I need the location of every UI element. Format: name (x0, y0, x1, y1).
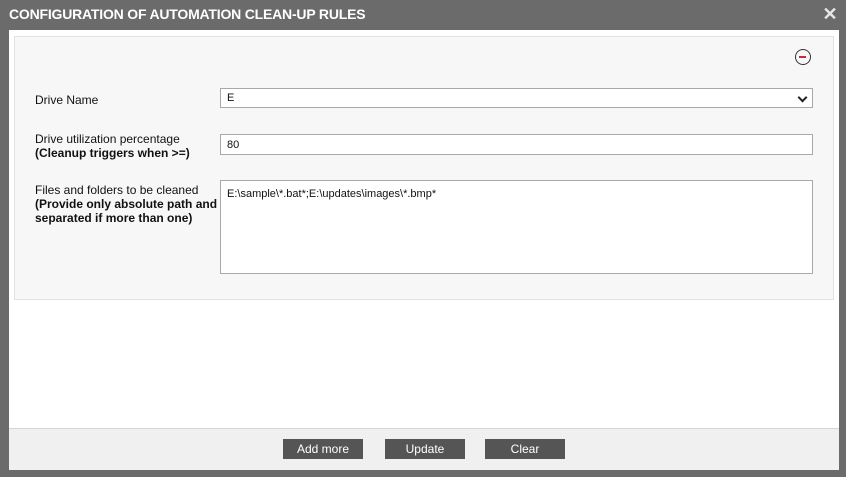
drive-name-select[interactable]: E (220, 88, 813, 108)
utilization-label-text: Drive utilization percentage (35, 132, 180, 146)
minus-circle-icon[interactable] (795, 49, 811, 65)
dialog-titlebar: CONFIGURATION OF AUTOMATION CLEAN-UP RUL… (0, 0, 846, 30)
drive-name-label: Drive Name (35, 93, 98, 107)
files-textarea[interactable]: E:\sample\*.bat*;E:\updates\images\*.bmp… (220, 180, 813, 274)
dialog-title: CONFIGURATION OF AUTOMATION CLEAN-UP RUL… (9, 6, 366, 22)
files-label-text: Files and folders to be cleaned (35, 183, 199, 197)
utilization-sublabel: (Cleanup triggers when >=) (35, 146, 190, 160)
utilization-label: Drive utilization percentage (Cleanup tr… (35, 132, 190, 160)
clear-button[interactable]: Clear (485, 439, 565, 459)
files-sublabel-line1: (Provide only absolute path and ; (35, 197, 225, 211)
dialog-body: Drive Name E Drive utilization percentag… (9, 30, 839, 428)
utilization-input[interactable]: 80 (220, 134, 813, 155)
files-sublabel-line2: separated if more than one) (35, 211, 193, 225)
drive-name-value: E (227, 92, 235, 104)
add-more-button[interactable]: Add more (283, 439, 363, 459)
files-label: Files and folders to be cleaned (Provide… (35, 183, 224, 225)
rule-panel: Drive Name E Drive utilization percentag… (14, 36, 834, 300)
close-icon[interactable]: ✕ (822, 5, 838, 23)
dialog-footer: Add more Update Clear (9, 428, 839, 470)
update-button[interactable]: Update (385, 439, 465, 459)
cleanup-rules-dialog: CONFIGURATION OF AUTOMATION CLEAN-UP RUL… (0, 0, 846, 477)
drive-name-label-text: Drive Name (35, 93, 99, 107)
chevron-down-icon (797, 92, 808, 103)
